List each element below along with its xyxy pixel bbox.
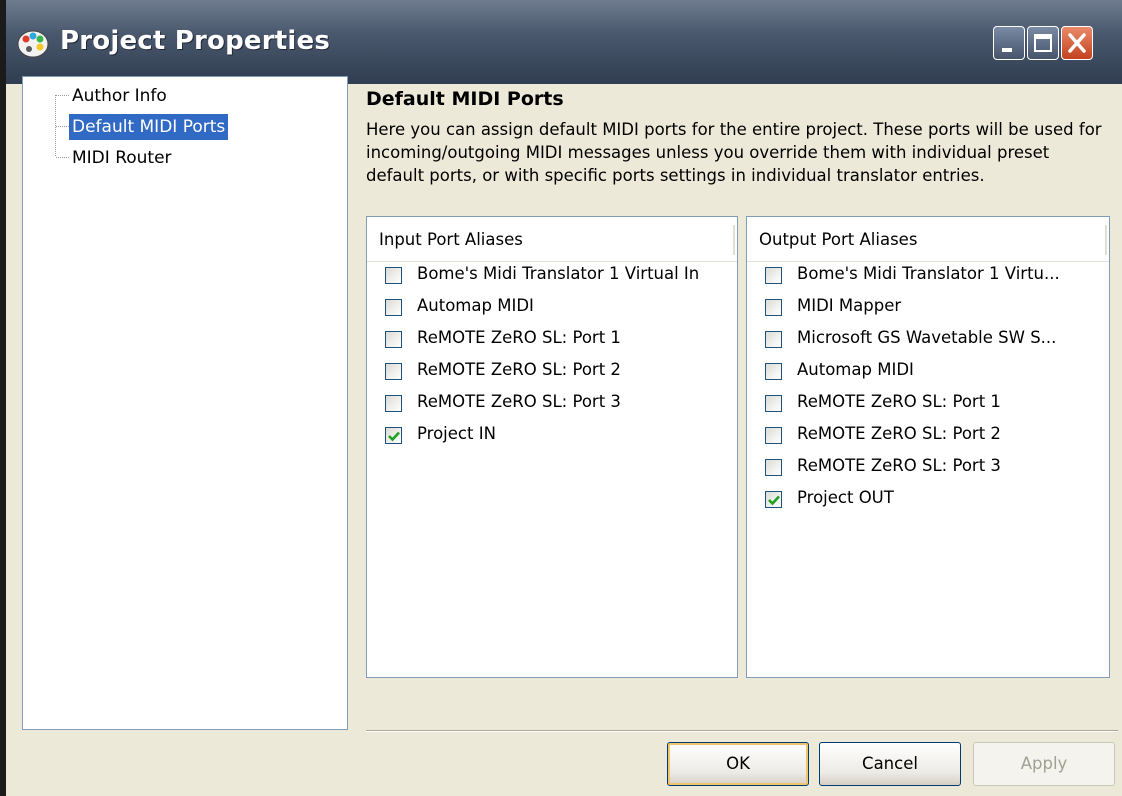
input-port-list[interactable]: Input Port Aliases Bome's Midi Translato… [366,216,738,678]
input-column-header-label: Input Port Aliases [379,230,523,249]
close-button[interactable] [1061,26,1093,60]
output-port-label: Microsoft GS Wavetable SW S... [797,328,1057,347]
input-port-checkbox[interactable] [385,427,402,444]
properties-tree: Author Info Default MIDI Ports MIDI Rout… [22,76,348,730]
checkmark-icon [768,495,780,506]
ok-button[interactable]: OK [667,742,809,786]
input-port-label: ReMOTE ZeRO SL: Port 3 [417,392,621,411]
output-port-label: Project OUT [797,488,894,507]
project-properties-window: Project Properties Author Info Default M… [0,0,1122,796]
column-divider [733,225,735,255]
close-icon [1068,33,1086,53]
output-port-label: ReMOTE ZeRO SL: Port 1 [797,392,1001,411]
output-port-label: ReMOTE ZeRO SL: Port 2 [797,424,1001,443]
maximize-icon [1034,34,1052,52]
output-port-checkbox[interactable] [765,395,782,412]
section-description: Here you can assign default MIDI ports f… [366,120,1102,185]
output-column-header[interactable]: Output Port Aliases [747,217,1109,262]
output-port-checkbox[interactable] [765,491,782,508]
input-port-label: Automap MIDI [417,296,534,315]
output-port-checkbox[interactable] [765,459,782,476]
title-bar[interactable]: Project Properties [6,0,1122,84]
output-port-checkbox[interactable] [765,331,782,348]
input-port-label: ReMOTE ZeRO SL: Port 1 [417,328,621,347]
input-port-label: ReMOTE ZeRO SL: Port 2 [417,360,621,379]
palette-app-icon [16,26,50,60]
minimize-icon [1002,48,1012,52]
output-port-checkbox[interactable] [765,363,782,380]
tree-item-midi-router[interactable]: MIDI Router [69,145,175,171]
output-column-header-label: Output Port Aliases [759,230,918,249]
window-edge [0,0,6,796]
input-port-checkbox[interactable] [385,395,402,412]
checkmark-icon [388,431,400,442]
tree-item-default-midi-ports[interactable]: Default MIDI Ports [69,114,229,140]
input-port-checkbox[interactable] [385,299,402,316]
output-port-list[interactable]: Output Port Aliases Bome's Midi Translat… [746,216,1110,678]
minimize-button[interactable] [993,26,1025,60]
input-column-header[interactable]: Input Port Aliases [367,217,737,262]
output-port-checkbox[interactable] [765,267,782,284]
output-port-label: ReMOTE ZeRO SL: Port 3 [797,456,1001,475]
apply-button[interactable]: Apply [973,742,1115,786]
output-port-checkbox[interactable] [765,299,782,316]
column-divider [1105,225,1107,255]
tree-item-author-info[interactable]: Author Info [69,83,170,109]
input-port-checkbox[interactable] [385,363,402,380]
button-separator [366,730,1118,732]
section-heading: Default MIDI Ports [366,88,564,110]
output-port-label: MIDI Mapper [797,296,902,315]
maximize-button[interactable] [1027,26,1059,60]
output-port-label: Automap MIDI [797,360,914,379]
input-port-checkbox[interactable] [385,331,402,348]
input-port-checkbox[interactable] [385,267,402,284]
input-port-label: Bome's Midi Translator 1 Virtual In [417,264,700,283]
cancel-button[interactable]: Cancel [819,742,961,786]
output-port-label: Bome's Midi Translator 1 Virtu... [797,264,1060,283]
window-title: Project Properties [60,26,331,56]
input-port-label: Project IN [417,424,496,443]
output-port-checkbox[interactable] [765,427,782,444]
